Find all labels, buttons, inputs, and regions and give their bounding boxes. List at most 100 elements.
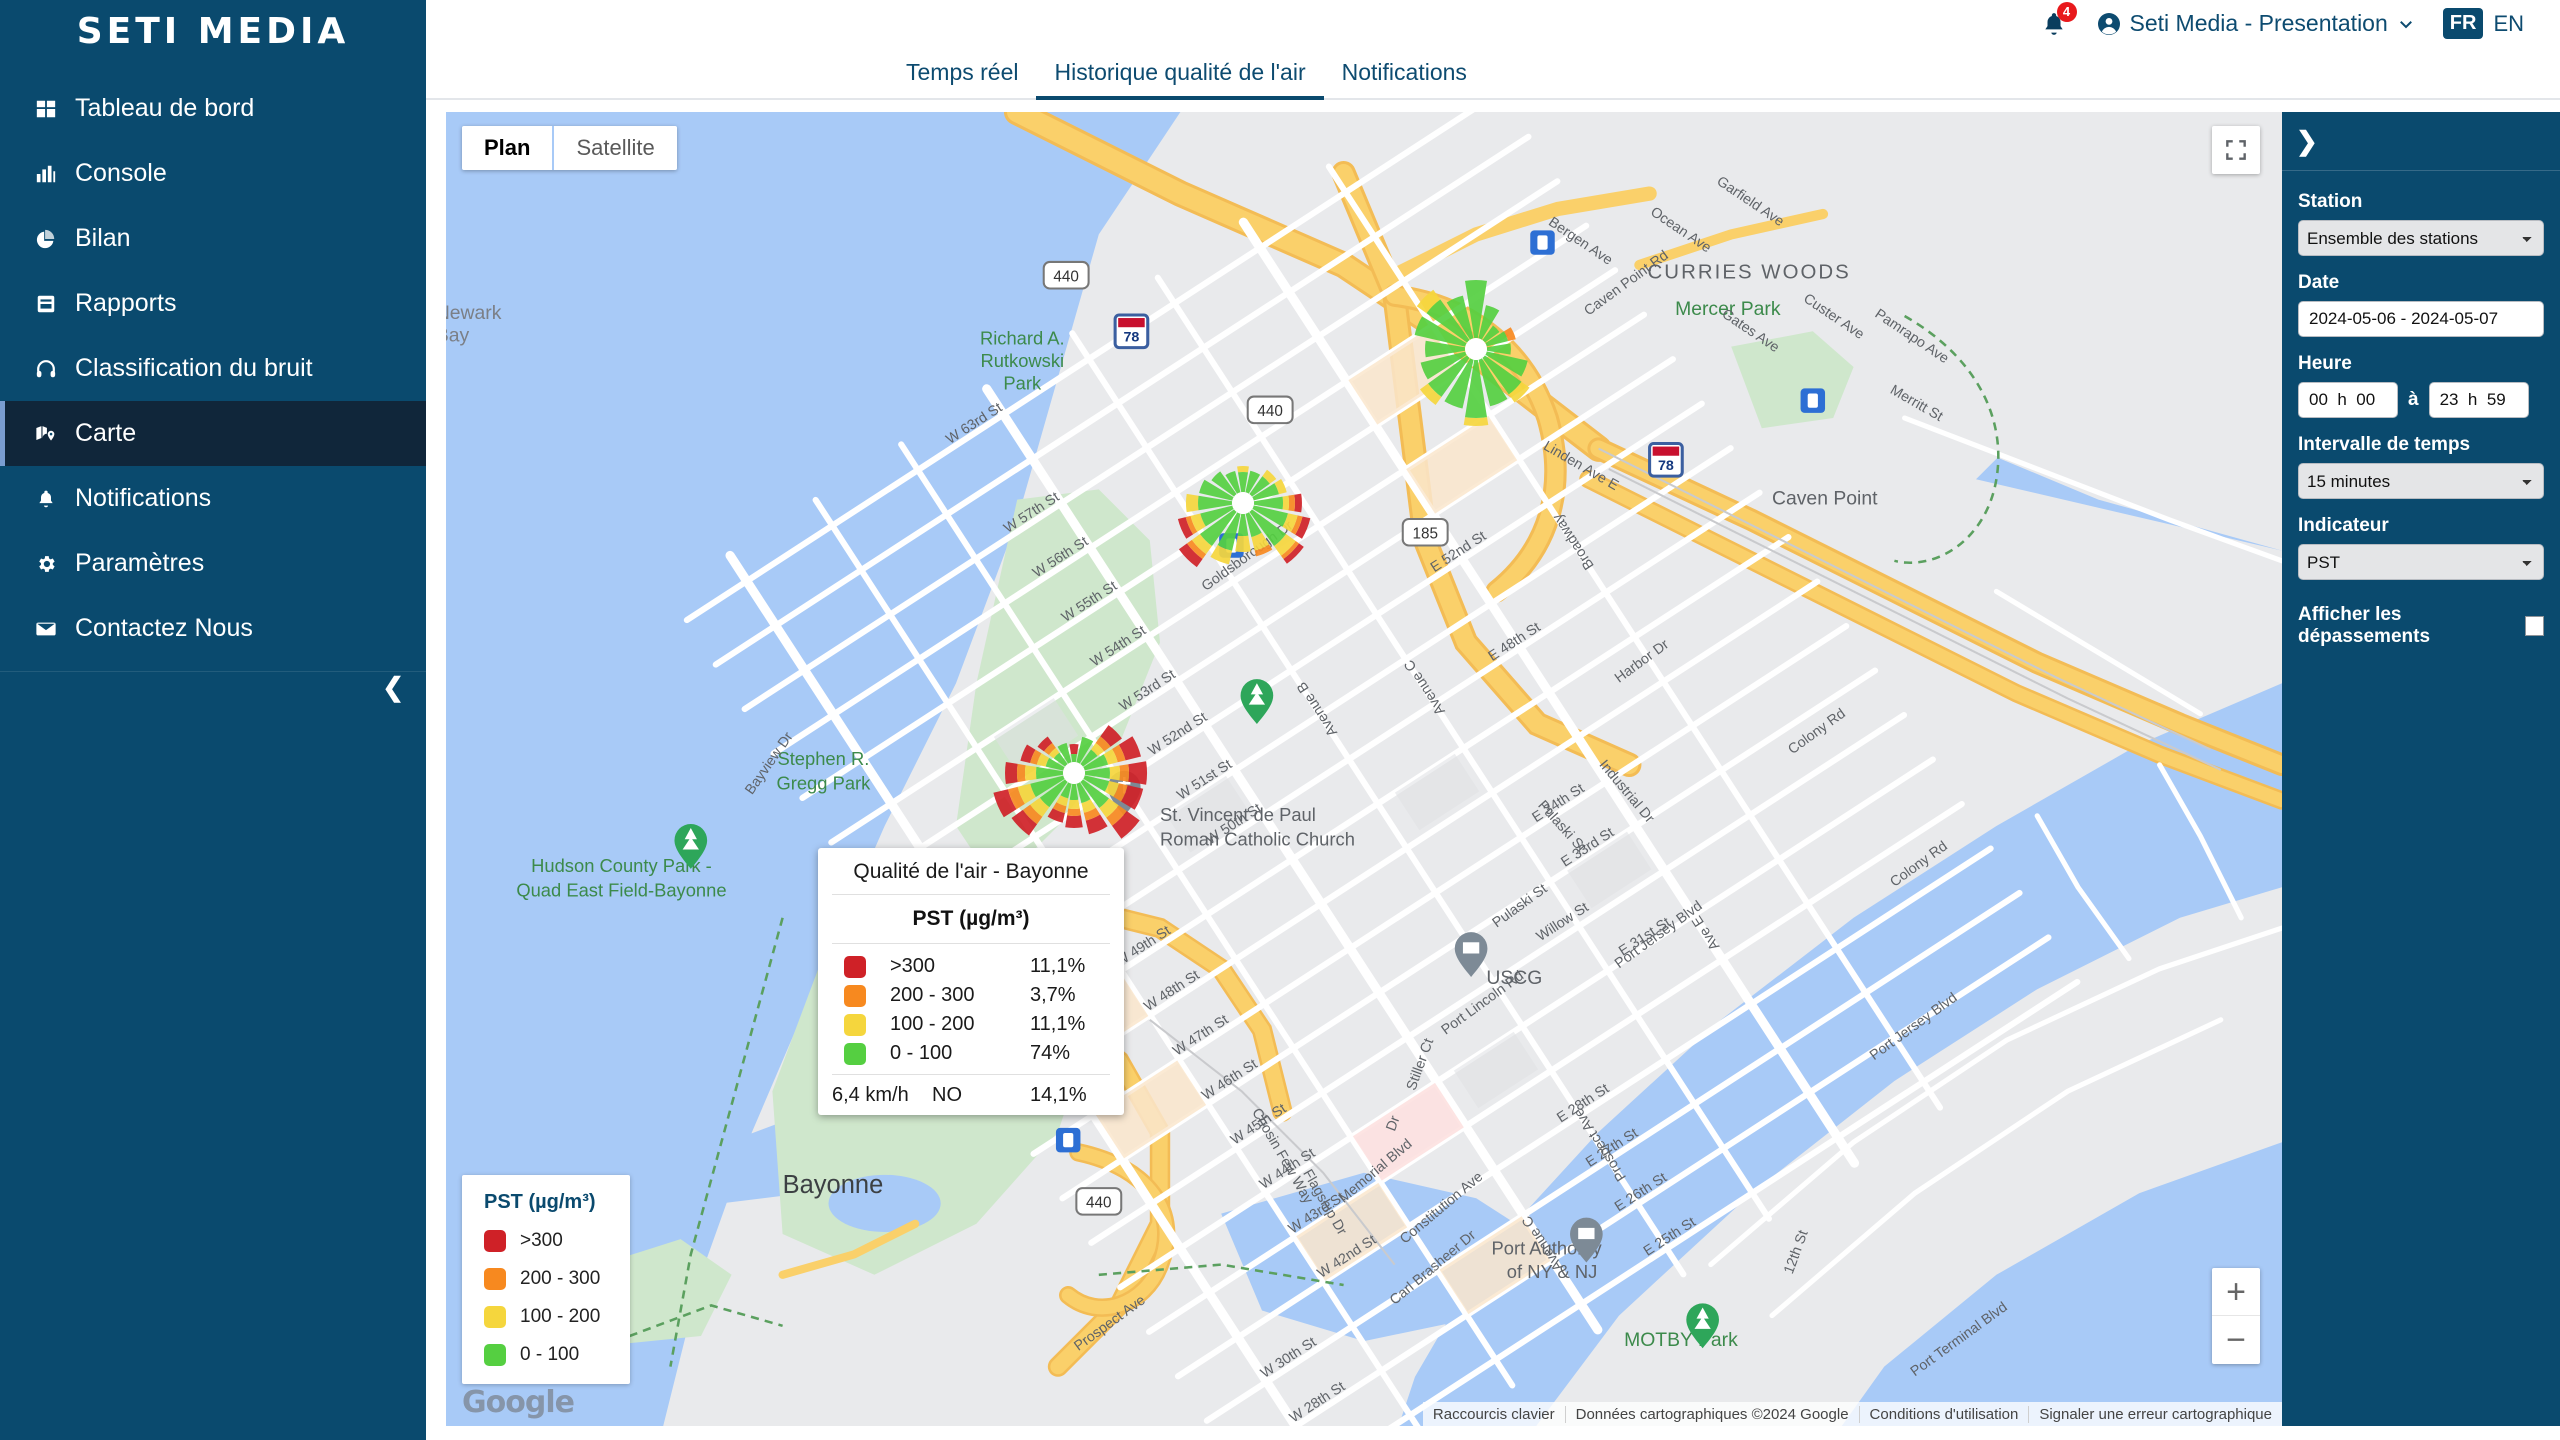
- sidebar-item-classification-du-bruit[interactable]: Classification du bruit: [0, 336, 426, 401]
- panel-collapse-icon[interactable]: ❯: [2296, 128, 2318, 154]
- sidebar-item-label: Paramètres: [75, 549, 205, 577]
- envelope-icon: [29, 615, 63, 643]
- sidebar-item-rapports[interactable]: Rapports: [0, 271, 426, 336]
- map-attribution: Raccourcis clavier Données cartographique…: [1422, 1402, 2282, 1426]
- sidebar-item-contactez-nous[interactable]: Contactez Nous: [0, 596, 426, 661]
- wind-rose[interactable]: [1392, 265, 1560, 433]
- attribution-link[interactable]: Raccourcis clavier: [1423, 1406, 1565, 1423]
- fullscreen-icon: [2226, 140, 2246, 160]
- tab-notifications[interactable]: Notifications: [1324, 59, 1485, 98]
- time-to-input[interactable]: [2428, 382, 2529, 418]
- popup-wind-value: 14,1%: [1030, 1084, 1087, 1106]
- svg-text:Quad East Field-Bayonne: Quad East Field-Bayonne: [516, 879, 726, 900]
- chevron-down-icon: [2399, 20, 2412, 28]
- map-type-plan[interactable]: Plan: [462, 126, 553, 170]
- lang-en-button[interactable]: EN: [2493, 11, 2524, 37]
- pie-chart-icon: [29, 225, 63, 253]
- zoom-in-button[interactable]: +: [2212, 1268, 2260, 1316]
- sidebar-collapse-icon[interactable]: ❮: [382, 674, 404, 700]
- sidebar-item-label: Console: [75, 159, 167, 187]
- date-label: Date: [2298, 272, 2340, 293]
- account-menu-button[interactable]: Seti Media - Presentation: [2097, 10, 2415, 37]
- sidebar-item-console[interactable]: Console: [0, 141, 426, 206]
- svg-text:78: 78: [1124, 330, 1140, 346]
- map-container[interactable]: .wtr{fill:#a8caf7} .lnd{fill:#e9eaec} .p…: [446, 112, 2282, 1426]
- legend-label: >300: [520, 1230, 563, 1251]
- interval-select[interactable]: 15 minutes: [2298, 463, 2544, 499]
- legend-color-swatch: [484, 1344, 506, 1366]
- panel-body: Station Ensemble des stations Date Heure…: [2282, 171, 2560, 648]
- app-root: SETI MEDIA Tableau de bord Console Bilan Ra…: [0, 0, 2560, 1440]
- tab-temps-r-el[interactable]: Temps réel: [888, 59, 1036, 98]
- legend-label: 200 - 300: [520, 1268, 601, 1289]
- popup-data-row: 100 - 200 11,1%: [818, 1010, 1124, 1039]
- svg-text:Rutkowski: Rutkowski: [980, 350, 1064, 371]
- indicator-label: Indicateur: [2298, 515, 2389, 536]
- account-name-label: Seti Media - Presentation: [2129, 10, 2388, 36]
- notifications-count-badge: 4: [2056, 1, 2077, 22]
- panel-header: ❯: [2282, 112, 2560, 170]
- station-label: Station: [2298, 191, 2363, 212]
- svg-text:Bayonne: Bayonne: [783, 1171, 884, 1199]
- sidebar-item-label: Bilan: [75, 224, 131, 252]
- popup-color-swatch: [844, 955, 866, 978]
- svg-text:185: 185: [1412, 525, 1438, 542]
- attribution-link[interactable]: Signaler une erreur cartographique: [2028, 1405, 2282, 1423]
- sidebar-nav: Tableau de bord Console Bilan Rapports Class…: [0, 76, 426, 661]
- sidebar-item-carte[interactable]: Carte: [0, 401, 426, 466]
- svg-text:78: 78: [1658, 458, 1674, 474]
- popup-range-label: 100 - 200: [890, 1013, 975, 1035]
- map-type-satellite[interactable]: Satellite: [554, 126, 677, 170]
- legend-row: >300: [484, 1230, 600, 1252]
- svg-text:Roman Catholic Church: Roman Catholic Church: [1160, 828, 1355, 849]
- dashboard-icon: [29, 95, 63, 123]
- main-column: 4 Seti Media - Presentation FR EN Temps …: [426, 0, 2560, 1440]
- date-range-input[interactable]: [2298, 301, 2544, 337]
- popup-subtitle: PST (µg/m³): [912, 907, 1030, 930]
- legend-title: PST (µg/m³): [484, 1191, 596, 1213]
- sidebar-item-bilan[interactable]: Bilan: [0, 206, 426, 271]
- popup-title: Qualité de l'air - Bayonne: [853, 860, 1089, 883]
- attribution-link[interactable]: Données cartographiques ©2024 Google: [1564, 1405, 1859, 1423]
- svg-text:440: 440: [1086, 1194, 1112, 1211]
- map-legend: PST (µg/m³) >300 200 - 300 100 - 200 0 - 10…: [462, 1175, 631, 1384]
- legend-color-swatch: [484, 1306, 506, 1328]
- svg-text:Caven Point: Caven Point: [1772, 488, 1878, 510]
- legend-label: 100 - 200: [520, 1306, 601, 1327]
- map-type-switch: Plan Satellite: [462, 126, 677, 170]
- wind-rose[interactable]: [984, 683, 1164, 863]
- notifications-bell-button[interactable]: 4: [2041, 1, 2077, 38]
- heure-label: Heure: [2298, 353, 2352, 374]
- sidebar-item-tableau-de-bord[interactable]: Tableau de bord: [0, 76, 426, 141]
- wind-rose[interactable]: [1157, 417, 1329, 589]
- legend-color-swatch: [484, 1230, 506, 1252]
- sidebar: SETI MEDIA Tableau de bord Console Bilan Ra…: [0, 0, 426, 1440]
- sidebar-item-label: Tableau de bord: [75, 94, 255, 122]
- sidebar-item-param-tres[interactable]: Paramètres: [0, 531, 426, 596]
- popup-range-label: 0 - 100: [890, 1042, 953, 1064]
- sidebar-item-label: Classification du bruit: [75, 354, 313, 382]
- station-select[interactable]: Ensemble des stations: [2298, 220, 2544, 256]
- popup-percent-value: 11,1%: [1030, 1013, 1086, 1035]
- svg-text:440: 440: [1053, 268, 1079, 285]
- gear-icon: [29, 550, 63, 578]
- show-exceedances-label: Afficher les dépassements: [2298, 604, 2431, 647]
- tab-historique-qualit-de-l-air[interactable]: Historique qualité de l'air: [1036, 59, 1324, 100]
- svg-text:Park: Park: [1003, 372, 1042, 393]
- svg-text:Bay: Bay: [446, 325, 469, 347]
- app-logo: SETI MEDIA: [76, 10, 350, 52]
- fullscreen-button[interactable]: [2212, 126, 2260, 174]
- sidebar-item-notifications[interactable]: Notifications: [0, 466, 426, 531]
- top-header: 4 Seti Media - Presentation FR EN: [426, 0, 2560, 48]
- headphones-icon: [29, 355, 63, 383]
- time-from-input[interactable]: [2298, 382, 2398, 418]
- popup-range-label: 200 - 300: [890, 984, 975, 1006]
- svg-text:Stephen R.: Stephen R.: [777, 748, 869, 769]
- zoom-out-button[interactable]: −: [2212, 1316, 2260, 1364]
- map-icon: [29, 420, 63, 448]
- show-exceedances-checkbox[interactable]: [2525, 616, 2544, 636]
- air-quality-popup: Qualité de l'air - Bayonne PST (µg/m³) >…: [818, 848, 1124, 1115]
- indicator-select[interactable]: PST: [2298, 544, 2544, 580]
- lang-fr-button[interactable]: FR: [2442, 8, 2484, 39]
- attribution-link[interactable]: Conditions d'utilisation: [1858, 1405, 2029, 1423]
